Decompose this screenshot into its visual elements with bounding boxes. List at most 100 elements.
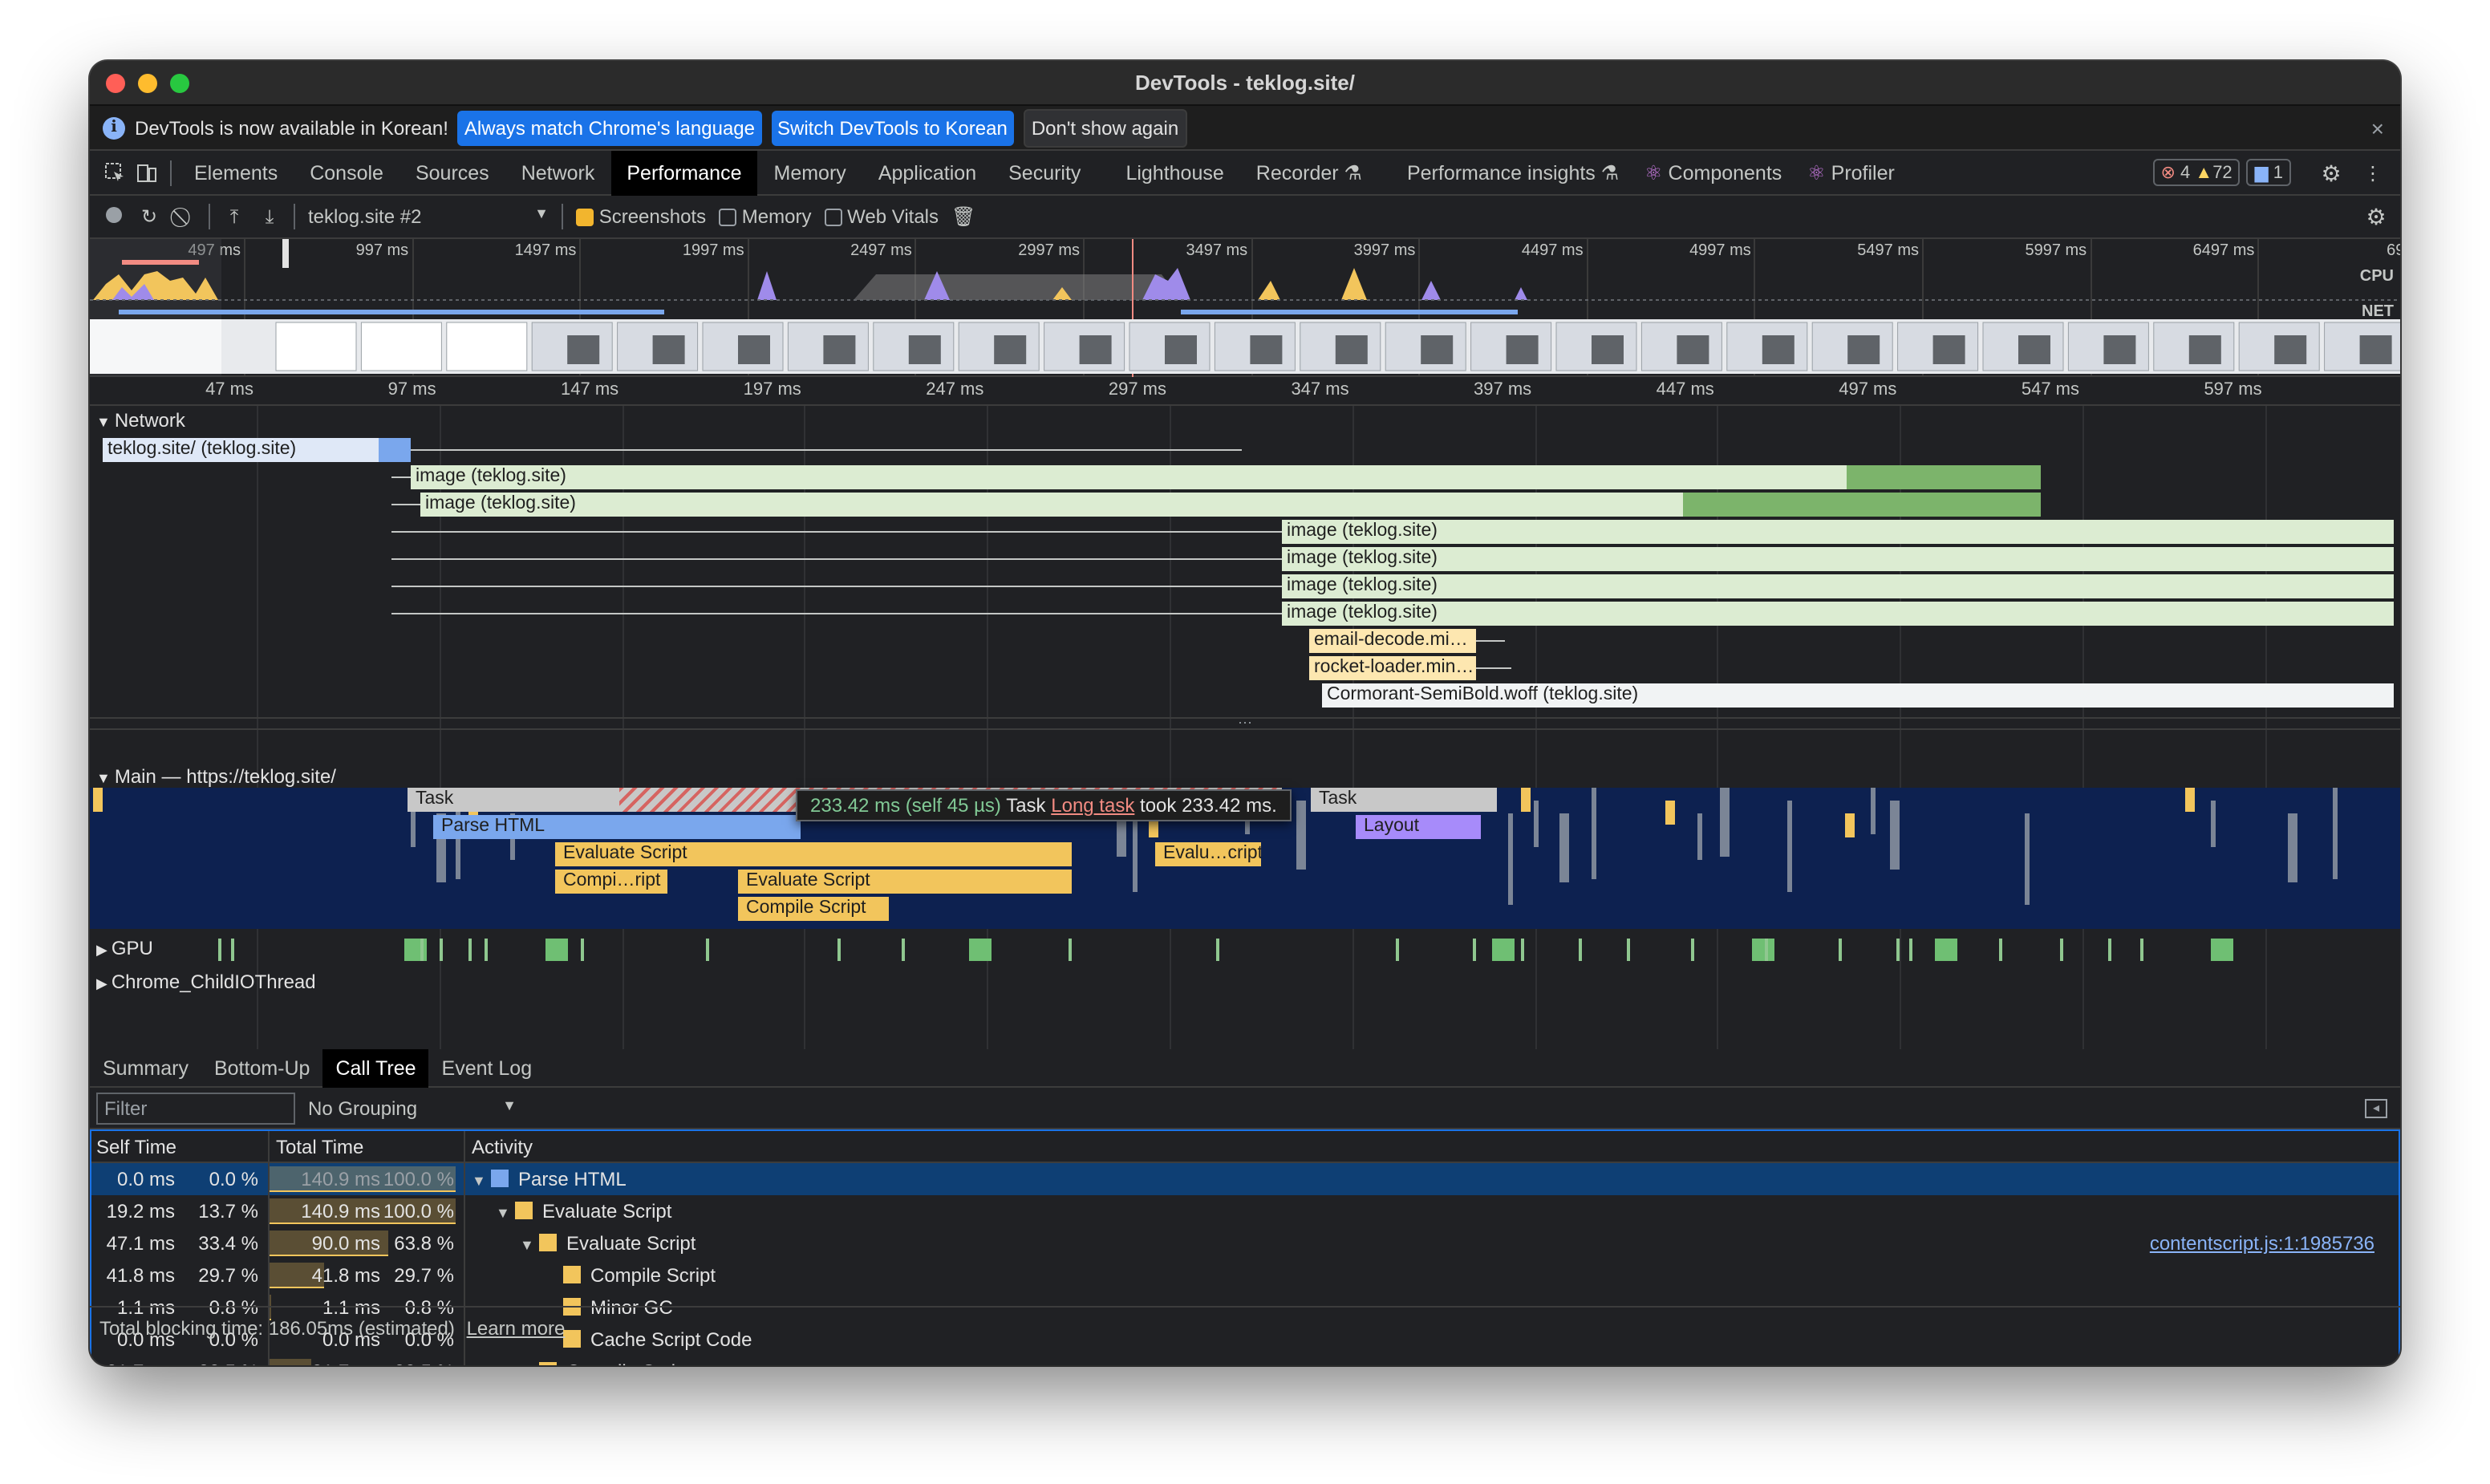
network-request-bar[interactable]: image (teklog.site) [1282, 602, 2394, 626]
more-menu-icon[interactable]: ⋮ [2362, 162, 2384, 184]
device-toolbar-icon[interactable] [135, 161, 157, 184]
filter-input[interactable]: Filter [96, 1092, 295, 1124]
self-time-header[interactable]: Self Time [90, 1131, 270, 1162]
screenshots-checkbox[interactable]: Screenshots [576, 205, 706, 228]
ruler-tick-label: 497 ms [1839, 380, 1897, 399]
tab-lighthouse[interactable]: Lighthouse [1109, 150, 1239, 195]
screenshot-image [1506, 335, 1539, 364]
screenshot-image [1079, 335, 1112, 364]
upload-icon[interactable]: ⤒ [223, 205, 245, 228]
total-blocking-time: Total blocking time: 186.05ms (estimated… [99, 1317, 455, 1340]
activity-name: Evaluate Script [566, 1232, 696, 1255]
tab-bottom-up[interactable]: Bottom-Up [201, 1048, 323, 1087]
network-request-bar[interactable]: Cormorant-SemiBold.woff (teklog.site) [1322, 683, 2394, 708]
screenshot-image [823, 335, 856, 364]
tab-components[interactable]: ⚛ Components [1635, 150, 1798, 195]
evaluate-script-bar[interactable]: Evaluate Script [555, 842, 1072, 866]
clear-icon[interactable]: ⃠ [173, 205, 196, 228]
tab-event-log[interactable]: Event Log [429, 1048, 545, 1087]
compile-script-bar[interactable]: Compile Script [738, 897, 889, 921]
grouping-select-value: No Grouping [308, 1097, 418, 1119]
screenshot-image [994, 335, 1027, 364]
tab-call-tree[interactable]: Call Tree [322, 1048, 429, 1087]
gpu-event-mark [1521, 939, 1524, 961]
gpu-event-mark [545, 939, 568, 961]
tab-performance-insights[interactable]: Performance insights ⚗ [1391, 150, 1635, 195]
tab-elements[interactable]: Elements [178, 150, 294, 195]
flame-chart[interactable]: ▼ Network teklog.site/ (teklog.site) ima… [90, 406, 2400, 1049]
learn-more-link[interactable]: Learn more [467, 1317, 566, 1340]
expand-triangle-icon[interactable]: ▼ [520, 1229, 539, 1261]
switch-korean-button[interactable]: Switch DevTools to Korean [771, 110, 1014, 145]
layout-bar[interactable]: Layout [1356, 815, 1481, 839]
main-track-header[interactable]: ▼ Main — https://teklog.site/ [96, 765, 336, 788]
close-window-button[interactable] [106, 73, 125, 92]
web-vitals-checkbox[interactable]: Web Vitals [824, 205, 939, 228]
table-row[interactable]: 19.2 ms 13.7 % 140.9 ms 100.0 % ▼ Evaluate Sc… [90, 1195, 2400, 1227]
tab-profiler[interactable]: ⚛ Profiler [1798, 150, 1911, 195]
compile-script-bar[interactable]: Compi…ript [555, 870, 667, 894]
match-language-button[interactable]: Always match Chrome's language [457, 110, 761, 145]
issue-counters[interactable]: ⊗ 4 ▲72 ▆ 1 [2152, 159, 2291, 186]
download-icon[interactable]: ⤓ [258, 205, 281, 228]
tooltip-text: took 233.42 ms. [1140, 794, 1277, 817]
self-time-cell: 0.0 ms 0.0 % [90, 1163, 270, 1195]
long-task-link[interactable]: Long task [1051, 794, 1134, 817]
memory-checkbox[interactable]: Memory [719, 205, 811, 228]
minimize-window-button[interactable] [138, 73, 157, 92]
reload-record-icon[interactable]: ↻ [138, 205, 160, 228]
network-request-bar[interactable]: image (teklog.site) [1282, 547, 2394, 571]
net-label: NET [2362, 303, 2394, 321]
gpu-event-mark [1492, 939, 1515, 961]
network-request-bar[interactable]: rocket-loader.min… [1309, 656, 1476, 680]
activity-header[interactable]: Activity [465, 1131, 2400, 1162]
expand-triangle-icon[interactable]: ▼ [496, 1197, 515, 1229]
recording-select[interactable]: teklog.site #2 ▼ [308, 205, 549, 228]
gpu-event-mark [2211, 939, 2233, 961]
child-io-track-header[interactable]: ▶ Chrome_ChildIOThread [96, 971, 316, 993]
tab-performance[interactable]: Performance [610, 150, 758, 195]
expand-triangle-icon[interactable]: ▼ [472, 1165, 491, 1197]
source-link[interactable]: contentscript.js:1:1985736 [2150, 1227, 2374, 1259]
network-track-header[interactable]: ▼ Network [96, 409, 185, 432]
inspect-element-icon[interactable] [103, 161, 125, 184]
tab-network[interactable]: Network [505, 150, 611, 195]
dont-show-again-button[interactable]: Don't show again [1023, 108, 1187, 147]
capture-settings-gear-icon[interactable]: ⚙ [2365, 205, 2387, 228]
timeline-overview[interactable]: 497 ms 997 ms 1497 ms 1997 ms 2497 ms 2997 ms… [90, 239, 2400, 377]
toggle-sidebar-icon[interactable]: ◂ [2365, 1098, 2387, 1117]
message-count-badge[interactable]: ▆ 1 [2246, 159, 2291, 186]
tab-security[interactable]: Security [992, 150, 1097, 195]
evaluate-script-bar[interactable]: Evaluate Script [738, 870, 1072, 894]
zoom-window-button[interactable] [170, 73, 189, 92]
total-time-header[interactable]: Total Time [270, 1131, 465, 1162]
network-request-bar[interactable]: email-decode.mi… [1309, 629, 1476, 653]
gpu-event-mark [1627, 939, 1630, 961]
tab-sources[interactable]: Sources [399, 150, 505, 195]
tab-memory[interactable]: Memory [758, 150, 862, 195]
parse-html-bar[interactable]: Parse HTML [433, 815, 801, 839]
settings-gear-icon[interactable]: ⚙ [2320, 162, 2342, 184]
network-request-bar[interactable]: teklog.site/ (teklog.site) [103, 438, 379, 462]
grouping-select[interactable]: No Grouping ▼ [308, 1097, 517, 1119]
ruler-tick-label: 447 ms [1656, 380, 1714, 399]
network-request-bar[interactable]: image (teklog.site) [1282, 574, 2394, 598]
request-whisker [391, 586, 1282, 587]
network-request-bar[interactable]: image (teklog.site) [411, 465, 2041, 489]
close-icon[interactable]: × [2371, 115, 2384, 140]
tab-summary[interactable]: Summary [90, 1048, 201, 1087]
table-row[interactable]: 41.8 ms 29.7 % 41.8 ms 29.7 % Compile Script [90, 1259, 2400, 1291]
task-bar[interactable]: Task [1311, 788, 1497, 812]
table-row[interactable]: 47.1 ms 33.4 % 90.0 ms 63.8 % ▼ Evaluate Scri… [90, 1227, 2400, 1259]
table-row[interactable]: 0.0 ms 0.0 % 140.9 ms 100.0 % ▼ Parse HTML [90, 1163, 2400, 1195]
trash-icon[interactable]: 🗑 [951, 205, 975, 228]
tab-recorder[interactable]: Recorder ⚗ [1240, 150, 1378, 195]
evaluate-script-bar[interactable]: Evalu…cript [1155, 842, 1261, 866]
tab-application[interactable]: Application [862, 150, 992, 195]
network-request-bar[interactable]: image (teklog.site) [1282, 520, 2394, 544]
record-icon[interactable] [103, 205, 125, 228]
error-count-badge[interactable]: ⊗ 4 ▲72 [2152, 159, 2241, 186]
resize-handle[interactable]: ··· [90, 715, 2400, 730]
web-vitals-label: Web Vitals [847, 205, 939, 228]
tab-console[interactable]: Console [294, 150, 399, 195]
